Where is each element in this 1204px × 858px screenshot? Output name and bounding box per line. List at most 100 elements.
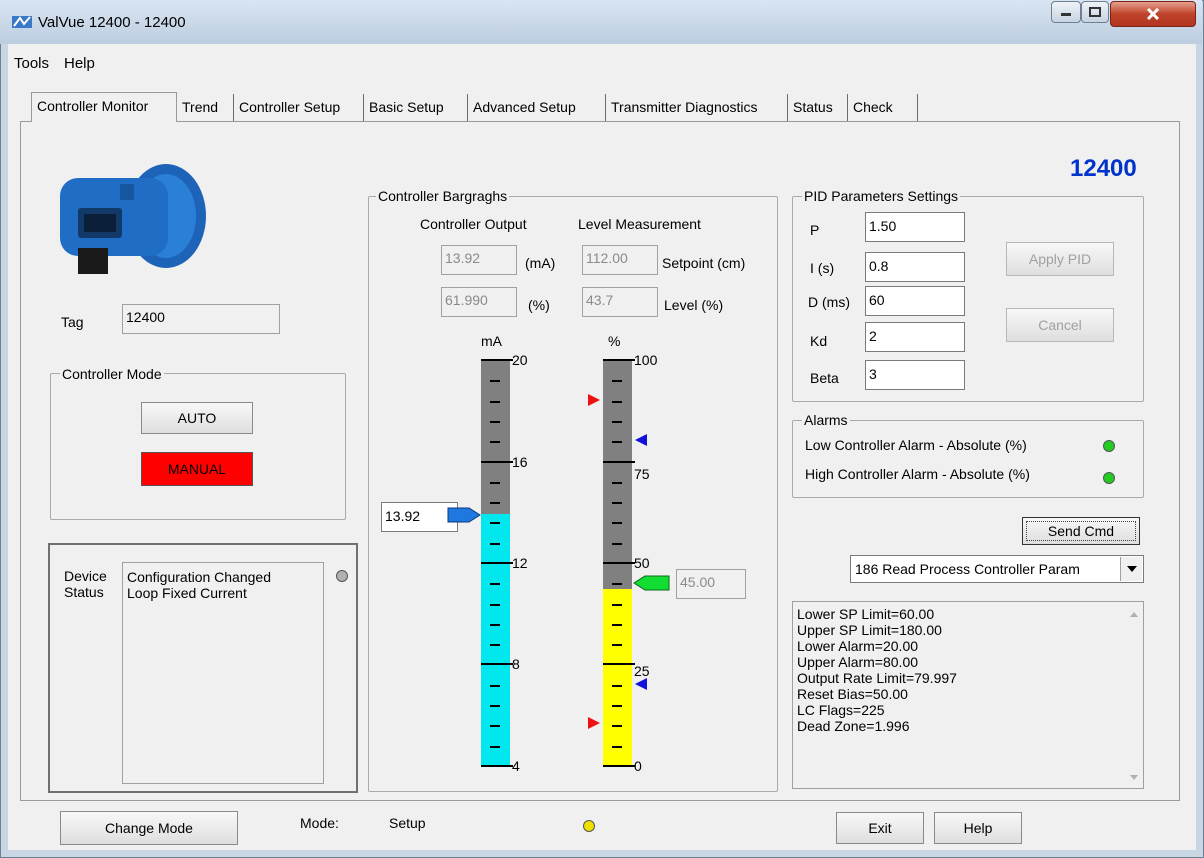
tab-controller-setup[interactable]: Controller Setup — [234, 94, 364, 121]
help-button[interactable]: Help — [934, 812, 1022, 844]
scroll-down-icon — [1130, 775, 1138, 780]
minor-tick — [490, 380, 500, 382]
ma-scale-label: 20 — [512, 352, 528, 368]
low-alarm-label: Low Controller Alarm - Absolute (%) — [805, 437, 1027, 453]
change-mode-button[interactable]: Change Mode — [60, 811, 238, 845]
tab-basic-setup[interactable]: Basic Setup — [364, 94, 468, 121]
device-status-label-1: Device — [64, 568, 107, 584]
minor-tick — [490, 604, 500, 606]
pct-scale-label: 50 — [634, 555, 650, 571]
upper-alarm-marker-blue — [634, 433, 648, 450]
minor-tick — [490, 705, 500, 707]
minor-tick — [490, 441, 500, 443]
pct-major-tick — [603, 562, 635, 564]
output-line: Upper Alarm=80.00 — [797, 654, 919, 670]
command-output-box[interactable]: Lower SP Limit=60.00 Upper SP Limit=180.… — [792, 601, 1144, 789]
mode-led — [583, 820, 595, 832]
command-select-value: 186 Read Process Controller Param — [855, 561, 1080, 577]
menu-bar — [8, 52, 1196, 74]
low-alarm-led — [1103, 440, 1115, 452]
pid-i-input[interactable]: 0.8 — [865, 252, 965, 282]
output-pct-unit: (%) — [528, 297, 550, 313]
bargraphs-title: Controller Bargraghs — [376, 188, 510, 204]
manual-button[interactable]: MANUAL — [141, 452, 253, 486]
close-icon — [1146, 8, 1160, 20]
menu-help[interactable]: Help — [64, 55, 95, 72]
tab-trend[interactable]: Trend — [177, 94, 234, 121]
high-alarm-led — [1103, 472, 1115, 484]
minimize-button[interactable] — [1051, 1, 1081, 23]
pct-major-tick — [603, 359, 635, 361]
status-message: Loop Fixed Current — [127, 585, 247, 601]
ma-major-tick — [481, 562, 513, 564]
valvue-app-icon — [12, 14, 32, 30]
exit-button[interactable]: Exit — [836, 812, 924, 844]
minor-tick — [490, 543, 500, 545]
chevron-down-icon — [1126, 566, 1137, 572]
pct-scale-label: 100 — [634, 352, 658, 368]
minor-tick — [612, 441, 622, 443]
setpoint-field[interactable]: 112.00 — [582, 245, 658, 275]
minor-tick — [612, 401, 622, 403]
controller-output-header: Controller Output — [420, 216, 527, 232]
pct-major-tick — [603, 765, 635, 767]
tab-transmitter-diagnostics[interactable]: Transmitter Diagnostics — [606, 94, 788, 121]
output-ma-unit: (mA) — [525, 255, 556, 271]
pid-kd-label: Kd — [810, 333, 828, 349]
minor-tick — [612, 705, 622, 707]
setpoint-pointer-field[interactable]: 45.00 — [676, 569, 746, 599]
ma-pointer-arrow[interactable] — [447, 506, 481, 527]
command-select[interactable]: 186 Read Process Controller Param — [850, 555, 1144, 583]
minor-tick — [490, 746, 500, 748]
minor-tick — [490, 644, 500, 646]
tag-field[interactable]: 12400 — [122, 304, 280, 334]
alarms-title: Alarms — [802, 412, 850, 428]
minor-tick — [490, 482, 500, 484]
send-cmd-button[interactable]: Send Cmd — [1022, 517, 1140, 545]
auto-button[interactable]: AUTO — [141, 402, 253, 434]
close-button[interactable] — [1110, 1, 1196, 27]
device-image — [50, 148, 210, 276]
level-label: Level (%) — [664, 297, 724, 313]
minor-tick — [490, 725, 500, 727]
minor-tick — [612, 604, 622, 606]
apply-pid-button[interactable]: Apply PID — [1006, 242, 1114, 276]
ma-bargraph-fill — [481, 514, 510, 766]
lower-limit-marker-red — [587, 716, 601, 733]
pid-kd-input[interactable]: 2 — [865, 322, 965, 352]
pid-beta-input[interactable]: 3 — [865, 360, 965, 390]
minor-tick — [612, 543, 622, 545]
minor-tick — [612, 522, 622, 524]
tab-advanced-setup[interactable]: Advanced Setup — [468, 94, 606, 121]
device-number: 12400 — [1070, 155, 1137, 182]
minor-tick — [490, 421, 500, 423]
level-field[interactable]: 43.7 — [582, 287, 658, 317]
setpoint-pointer-arrow[interactable] — [633, 574, 671, 595]
minor-tick — [490, 522, 500, 524]
tab-check[interactable]: Check — [848, 94, 918, 121]
minor-tick — [612, 644, 622, 646]
minor-tick — [612, 482, 622, 484]
tab-status[interactable]: Status — [788, 94, 848, 121]
command-select-arrow[interactable] — [1120, 557, 1142, 581]
maximize-icon — [1089, 7, 1101, 17]
pid-cancel-button[interactable]: Cancel — [1006, 308, 1114, 342]
scroll-up-icon — [1130, 612, 1138, 617]
minor-tick — [490, 685, 500, 687]
pid-beta-label: Beta — [810, 370, 839, 386]
minimize-icon — [1061, 13, 1071, 16]
output-pct-field[interactable]: 61.990 — [441, 287, 517, 317]
pid-d-input[interactable]: 60 — [865, 286, 965, 316]
pid-title: PID Parameters Settings — [802, 188, 961, 204]
ma-major-tick — [481, 765, 513, 767]
output-scrollbar[interactable] — [1125, 602, 1143, 788]
device-status-list[interactable]: Configuration Changed Loop Fixed Current — [122, 562, 324, 784]
maximize-button[interactable] — [1081, 1, 1109, 23]
pid-p-input[interactable]: 1.50 — [865, 212, 965, 242]
ma-scale-label: 16 — [512, 454, 528, 470]
output-ma-field[interactable]: 13.92 — [441, 245, 517, 275]
minor-tick — [612, 725, 622, 727]
minor-tick — [490, 583, 500, 585]
tab-controller-monitor[interactable]: Controller Monitor — [31, 92, 177, 122]
menu-tools[interactable]: Tools — [14, 55, 49, 72]
